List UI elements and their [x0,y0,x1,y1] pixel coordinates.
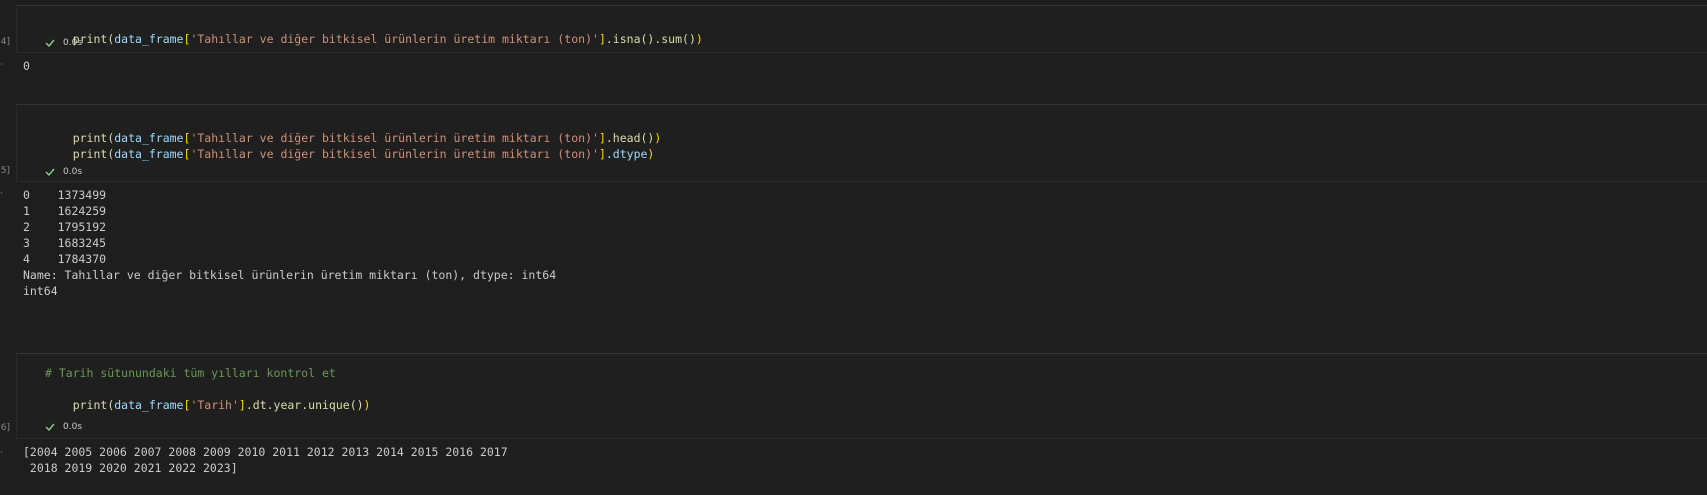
code-token: ] [598,32,606,46]
code-token: data_frame [114,398,184,412]
code-cell-1[interactable]: print(data_frame['Tahıllar ve diğer bitk… [16,5,1707,53]
output-line: 2 1795192 [23,220,107,234]
code-token: .dtype [605,147,648,161]
output-line: int64 [23,284,58,298]
output-line: 2018 2019 2020 2021 2022 2023] [23,461,238,475]
code-token: 'Tarih' [190,398,239,412]
code-token: ) [654,131,662,145]
output-marker: · [0,448,3,458]
code-token: 'Tahıllar ve diğer bitkisel ürünlerin ür… [190,32,599,46]
code-token: 'Tahıllar ve diğer bitkisel ürünlerin ür… [190,147,599,161]
code-cell-2[interactable]: print(data_frame['Tahıllar ve diğer bitk… [16,104,1707,182]
exec-time: 0.0s [63,167,83,177]
output-line: [2004 2005 2006 2007 2008 2009 2010 2011… [23,445,508,459]
code-cell-3[interactable]: # Tarih sütunundaki tüm yılları kontrol … [16,353,1707,439]
code-token: ) [363,398,371,412]
code-token: .dt.year.unique() [245,398,364,412]
execution-count: 5] [0,166,10,176]
code-token: data_frame [114,147,184,161]
check-icon [45,423,55,432]
code-token: print( [72,147,115,161]
check-icon [45,168,55,177]
code-token: ) [695,32,703,46]
output-line: 4 1784370 [23,252,107,266]
output-marker: · [0,60,3,70]
execution-count: 6] [0,423,10,433]
code-token: data_frame [114,32,184,46]
code-line[interactable]: print(data_frame['Tahıllar ve diğer bitk… [45,15,703,46]
code-token: ) [647,147,655,161]
code-line[interactable]: print(data_frame['Tahıllar ve diğer bitk… [45,114,662,145]
output-line: 1 1624259 [23,204,107,218]
code-line[interactable]: print(data_frame['Tahıllar ve diğer bitk… [45,130,655,161]
output-line: 3 1683245 [23,236,107,250]
code-token: .isna().sum() [605,32,696,46]
output-marker: · [0,189,3,199]
code-token: ] [238,398,246,412]
code-comment[interactable]: # Tarih sütunundaki tüm yılları kontrol … [45,365,336,381]
output-line: 0 [23,59,30,73]
exec-time: 0.0s [63,422,83,432]
cell-status: 0.0s [45,36,82,50]
cell-status: 0.0s [45,165,82,179]
exec-time: 0.0s [63,38,83,48]
cell-status: 0.0s [45,420,82,434]
code-token: ] [598,147,606,161]
output-line: Name: Tahıllar ve diğer bitkisel ürünler… [23,268,557,282]
check-icon [45,39,55,48]
execution-count: 4] [0,37,10,47]
code-token: print( [72,398,115,412]
output-line: 0 1373499 [23,188,107,202]
code-line[interactable]: print(data_frame['Tarih'].dt.year.unique… [45,381,371,412]
